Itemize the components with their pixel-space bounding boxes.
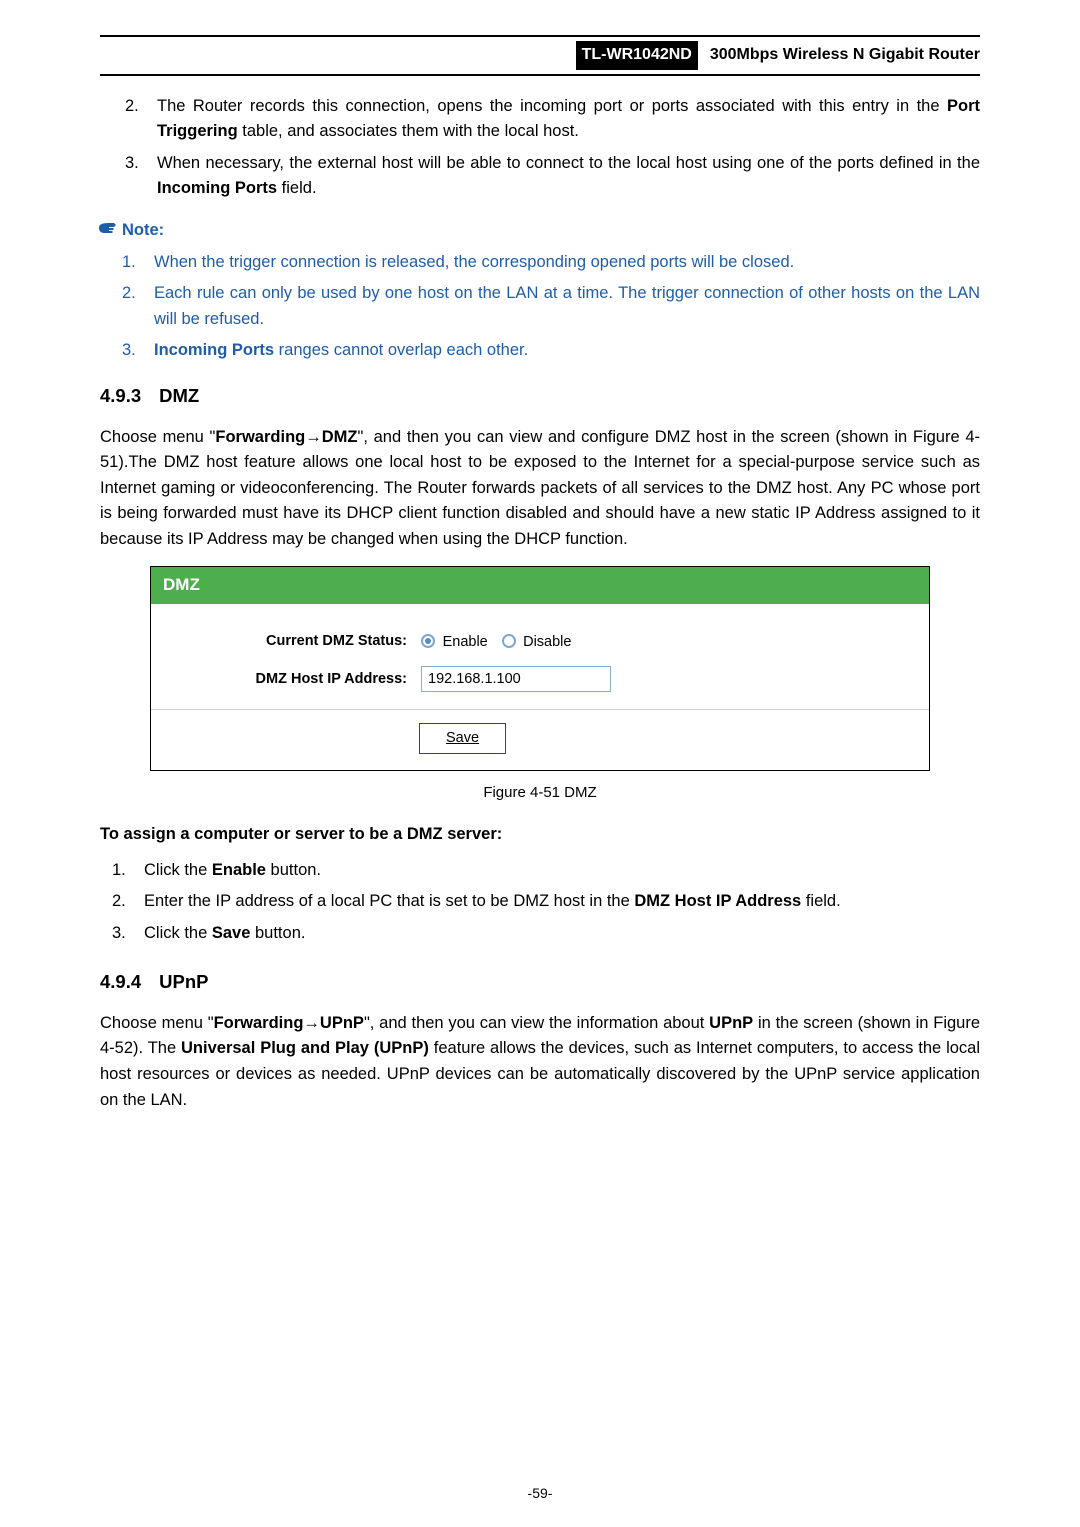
note-list: 1. When the trigger connection is releas… <box>100 250 980 364</box>
list-item: 3. Incoming Ports ranges cannot overlap … <box>122 338 980 364</box>
list-item: 3. Click the Save button. <box>112 921 980 947</box>
list-item: 1. When the trigger connection is releas… <box>122 250 980 276</box>
pointing-hand-icon <box>98 220 118 236</box>
dmz-assign-steps: 1. Click the Enable button. 2. Enter the… <box>100 858 980 947</box>
status-options: Enable Disable <box>415 624 617 660</box>
figure-caption: Figure 4-51 DMZ <box>100 781 980 804</box>
dmz-panel-title: DMZ <box>151 567 929 605</box>
note-heading: Note: <box>122 218 980 244</box>
section-heading-dmz: 4.9.3DMZ <box>100 382 980 411</box>
list-number: 2. <box>125 94 139 120</box>
list-text: The Router records this connection, open… <box>157 97 980 141</box>
list-text: Incoming Ports ranges cannot overlap eac… <box>154 341 528 359</box>
page-header: TL-WR1042ND 300Mbps Wireless N Gigabit R… <box>100 35 980 76</box>
disable-radio[interactable] <box>502 634 516 648</box>
page-number: -59- <box>0 1483 1080 1505</box>
list-text: When necessary, the external host will b… <box>157 154 980 198</box>
enable-radio[interactable] <box>421 634 435 648</box>
list-number: 2. <box>112 889 126 915</box>
dmz-description: Choose menu "Forwarding→DMZ", and then y… <box>100 425 980 553</box>
list-number: 3. <box>112 921 126 947</box>
status-label: Current DMZ Status: <box>153 624 413 660</box>
list-number: 3. <box>125 151 139 177</box>
list-item: 2. Enter the IP address of a local PC th… <box>112 889 980 915</box>
list-number: 1. <box>112 858 126 884</box>
list-item: 2. Each rule can only be used by one hos… <box>122 281 980 332</box>
port-triggering-steps: 2. The Router records this connection, o… <box>100 94 980 202</box>
dmz-screenshot: DMZ Current DMZ Status: Enable Disable D… <box>150 566 930 770</box>
list-text: Enter the IP address of a local PC that … <box>144 892 841 910</box>
list-text: Click the Save button. <box>144 924 305 942</box>
list-text: Each rule can only be used by one host o… <box>154 284 980 328</box>
dmz-panel-body: Current DMZ Status: Enable Disable DMZ H… <box>151 606 929 770</box>
disable-radio-label: Disable <box>523 634 571 650</box>
enable-radio-label: Enable <box>443 634 488 650</box>
dmz-assign-heading: To assign a computer or server to be a D… <box>100 822 980 848</box>
list-text: Click the Enable button. <box>144 861 321 879</box>
list-item: 2. The Router records this connection, o… <box>125 94 980 145</box>
save-button[interactable]: Save <box>419 723 506 753</box>
list-number: 3. <box>122 338 136 364</box>
list-item: 1. Click the Enable button. <box>112 858 980 884</box>
dmz-ip-input[interactable] <box>421 666 611 692</box>
note-block: Note: 1. When the trigger connection is … <box>100 218 980 364</box>
section-heading-upnp: 4.9.4UPnP <box>100 968 980 997</box>
dmz-form: Current DMZ Status: Enable Disable DMZ H… <box>151 622 619 700</box>
list-number: 2. <box>122 281 136 307</box>
ip-label: DMZ Host IP Address: <box>153 661 413 697</box>
model-tagline: 300Mbps Wireless N Gigabit Router <box>710 43 980 68</box>
upnp-description: Choose menu "Forwarding→UPnP", and then … <box>100 1011 980 1113</box>
model-badge: TL-WR1042ND <box>576 41 698 70</box>
list-number: 1. <box>122 250 136 276</box>
list-text: When the trigger connection is released,… <box>154 253 794 271</box>
list-item: 3. When necessary, the external host wil… <box>125 151 980 202</box>
